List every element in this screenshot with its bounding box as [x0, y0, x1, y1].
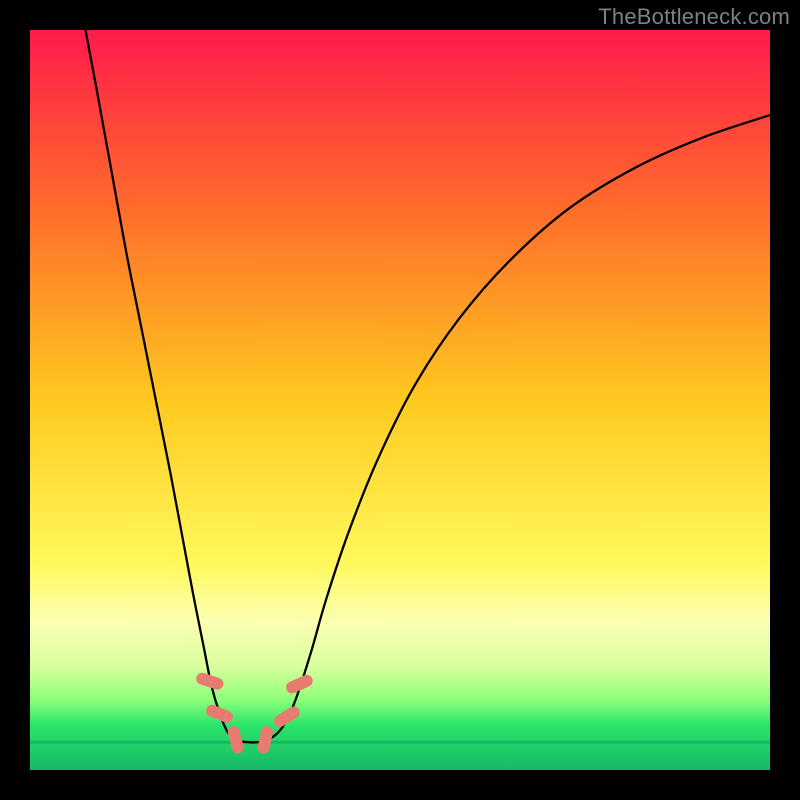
bottleneck-chart — [30, 30, 770, 770]
gradient-background — [30, 30, 770, 770]
chart-frame — [30, 30, 770, 770]
watermark-text: TheBottleneck.com — [598, 4, 790, 30]
